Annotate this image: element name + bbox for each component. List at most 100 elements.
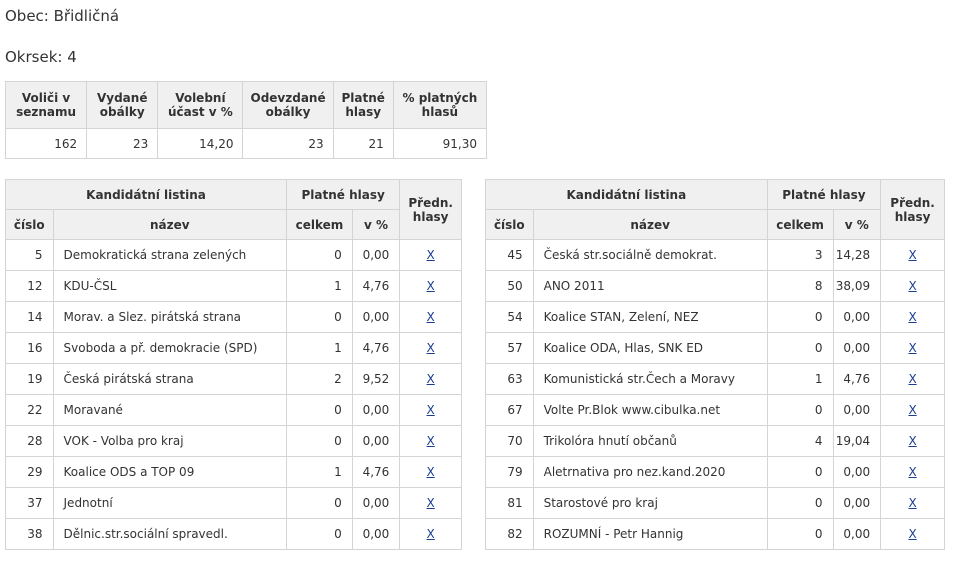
party-number: 14 — [5, 301, 54, 333]
party-name: Koalice STAN, Zelení, NEZ — [532, 301, 768, 333]
summary-header-row: Voliči v seznamu Vydané obálky Volební ú… — [4, 81, 488, 129]
votes-total: 0 — [286, 239, 353, 271]
party-number: 70 — [485, 425, 534, 457]
party-number: 54 — [485, 301, 534, 333]
table-row: 12 KDU-ČSL 1 4,76 X — [5, 270, 462, 302]
table-row: 50 ANO 2011 8 38,09 X — [485, 270, 945, 302]
header-platne-hlasy: Platné hlasy — [286, 179, 401, 210]
preference-votes-cell: X — [880, 518, 945, 550]
preference-votes-link[interactable]: X — [908, 527, 916, 541]
preference-votes-cell: X — [399, 487, 462, 519]
summary-table: Voliči v seznamu Vydané obálky Volební ú… — [4, 81, 488, 159]
table-row: 63 Komunistická str.Čech a Moravy 1 4,76 X — [485, 363, 945, 395]
preference-votes-cell: X — [399, 425, 462, 457]
table-row: 22 Moravané 0 0,00 X — [5, 394, 462, 426]
preference-votes-cell: X — [880, 425, 945, 457]
header-predn-hlasy: Předn. hlasy — [880, 179, 945, 240]
preference-votes-link[interactable]: X — [427, 434, 435, 448]
obec-title: Obec: Břidličná — [5, 7, 120, 25]
votes-total: 0 — [766, 332, 834, 364]
summary-value: 162 — [4, 128, 88, 159]
preference-votes-cell: X — [399, 363, 462, 395]
preference-votes-link[interactable]: X — [908, 248, 916, 262]
preference-votes-link[interactable]: X — [427, 341, 435, 355]
party-number: 50 — [485, 270, 534, 302]
summary-value: 21 — [332, 128, 394, 159]
header-pct: v % — [351, 209, 401, 240]
table-row: 5 Demokratická strana zelených 0 0,00 X — [5, 239, 462, 271]
votes-percent: 0,00 — [832, 518, 882, 550]
party-name: ROZUMNÍ - Petr Hannig — [532, 518, 768, 550]
preference-votes-link[interactable]: X — [427, 527, 435, 541]
table-row: 29 Koalice ODS a TOP 09 1 4,76 X — [5, 456, 462, 488]
party-number: 37 — [5, 487, 54, 519]
preference-votes-link[interactable]: X — [908, 465, 916, 479]
preference-votes-cell: X — [880, 487, 945, 519]
votes-percent: 0,00 — [832, 394, 882, 426]
preference-votes-link[interactable]: X — [427, 279, 435, 293]
party-number: 28 — [5, 425, 54, 457]
preference-votes-cell: X — [399, 270, 462, 302]
table-row: 38 Dělnic.str.sociální spravedl. 0 0,00 X — [5, 518, 462, 550]
table-row: 28 VOK - Volba pro kraj 0 0,00 X — [5, 425, 462, 457]
summary-header: Platné hlasy — [332, 81, 394, 129]
preference-votes-link[interactable]: X — [427, 310, 435, 324]
preference-votes-link[interactable]: X — [908, 341, 916, 355]
preference-votes-link[interactable]: X — [908, 310, 916, 324]
votes-total: 0 — [286, 394, 353, 426]
votes-percent: 9,52 — [351, 363, 401, 395]
votes-total: 0 — [766, 456, 834, 488]
table-row: 54 Koalice STAN, Zelení, NEZ 0 0,00 X — [485, 301, 945, 333]
party-name: Morav. a Slez. pirátská strana — [52, 301, 288, 333]
votes-percent: 0,00 — [351, 425, 401, 457]
summary-header: Vydané obálky — [86, 81, 159, 129]
party-name: Moravané — [52, 394, 288, 426]
votes-total: 0 — [286, 301, 353, 333]
preference-votes-cell: X — [880, 239, 945, 271]
preference-votes-link[interactable]: X — [908, 279, 916, 293]
party-number: 82 — [485, 518, 534, 550]
party-name: ANO 2011 — [532, 270, 768, 302]
table-row: 14 Morav. a Slez. pirátská strana 0 0,00 X — [5, 301, 462, 333]
table-row: 70 Trikolóra hnutí občanů 4 19,04 X — [485, 425, 945, 457]
summary-value: 23 — [242, 128, 334, 159]
votes-total: 4 — [766, 425, 834, 457]
preference-votes-link[interactable]: X — [427, 496, 435, 510]
votes-total: 3 — [766, 239, 834, 271]
preference-votes-link[interactable]: X — [427, 248, 435, 262]
table-row: 16 Svoboda a př. demokracie (SPD) 1 4,76 X — [5, 332, 462, 364]
votes-percent: 0,00 — [351, 487, 401, 519]
party-name: Koalice ODA, Hlas, SNK ED — [532, 332, 768, 364]
party-name: VOK - Volba pro kraj — [52, 425, 288, 457]
votes-percent: 4,76 — [351, 270, 401, 302]
votes-total: 0 — [286, 518, 353, 550]
preference-votes-link[interactable]: X — [908, 434, 916, 448]
preference-votes-link[interactable]: X — [908, 372, 916, 386]
party-number: 5 — [5, 239, 54, 271]
summary-header: % platných hlasů — [392, 81, 488, 129]
votes-percent: 4,76 — [351, 456, 401, 488]
preference-votes-cell: X — [399, 239, 462, 271]
votes-total: 0 — [286, 487, 353, 519]
preference-votes-link[interactable]: X — [427, 403, 435, 417]
preference-votes-link[interactable]: X — [908, 496, 916, 510]
preference-votes-link[interactable]: X — [427, 465, 435, 479]
preference-votes-cell: X — [880, 270, 945, 302]
preference-votes-cell: X — [399, 394, 462, 426]
header-kandidatni-listina: Kandidátní listina — [485, 179, 768, 210]
party-number: 22 — [5, 394, 54, 426]
summary-value: 91,30 — [392, 128, 488, 159]
votes-percent: 0,00 — [832, 332, 882, 364]
preference-votes-link[interactable]: X — [908, 403, 916, 417]
party-name: Aletrnativa pro nez.kand.2020 — [532, 456, 768, 488]
preference-votes-link[interactable]: X — [427, 372, 435, 386]
summary-header: Odevzdané obálky — [242, 81, 334, 129]
header-nazev: název — [52, 209, 288, 240]
table-row: 67 Volte Pr.Blok www.cibulka.net 0 0,00 X — [485, 394, 945, 426]
votes-total: 0 — [766, 394, 834, 426]
summary-value: 14,20 — [157, 128, 244, 159]
header-cislo: číslo — [5, 209, 54, 240]
party-name: Svoboda a př. demokracie (SPD) — [52, 332, 288, 364]
votes-percent: 0,00 — [832, 301, 882, 333]
preference-votes-cell: X — [880, 301, 945, 333]
